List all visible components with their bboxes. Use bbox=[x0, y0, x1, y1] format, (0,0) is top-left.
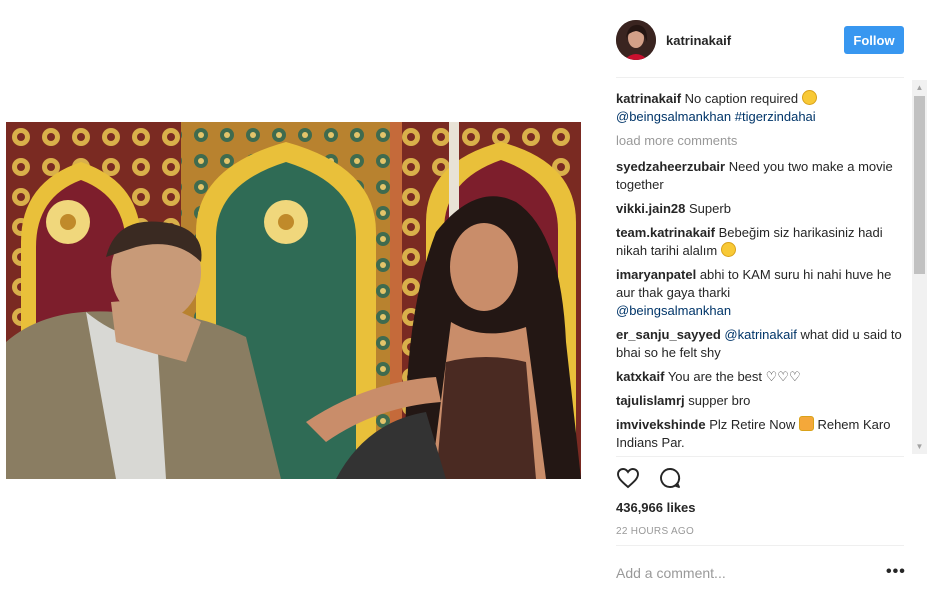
heart-icon[interactable] bbox=[616, 466, 640, 490]
follow-button[interactable]: Follow bbox=[844, 26, 904, 54]
comment-text: Superb bbox=[689, 201, 731, 216]
post-header: katrinakaif Follow bbox=[616, 18, 904, 62]
praying-emoji-icon bbox=[798, 416, 814, 431]
comment-item: imvivekshinde Plz Retire Now Rehem Karo … bbox=[616, 416, 906, 452]
post-photo-illustration bbox=[6, 122, 581, 479]
comment-mention[interactable]: @katrinakaif bbox=[724, 327, 796, 342]
kiss-emoji-icon bbox=[720, 242, 736, 257]
load-more-comments-button[interactable]: load more comments bbox=[616, 132, 906, 150]
post-timestamp[interactable]: 22 HOURS AGO bbox=[616, 526, 694, 537]
post-actions bbox=[616, 466, 682, 490]
comment-item: tajulislamrj supper bro bbox=[616, 392, 906, 410]
actions-divider bbox=[616, 456, 904, 457]
scroll-down-arrow-icon[interactable]: ▼ bbox=[912, 439, 927, 454]
post-photo[interactable] bbox=[6, 122, 581, 479]
comment-item: team.katrinakaif Bebeğim siz harikasiniz… bbox=[616, 224, 906, 260]
comment-username[interactable]: katxkaif bbox=[616, 369, 664, 384]
comment-item: imaryanpatel abhi to KAM suru hi nahi hu… bbox=[616, 266, 906, 320]
comment-username[interactable]: tajulislamrj bbox=[616, 393, 685, 408]
post-media-area bbox=[0, 0, 600, 597]
comment-text: Plz Retire Now bbox=[709, 417, 796, 432]
comment-text: supper bro bbox=[688, 393, 751, 408]
more-options-icon[interactable]: ••• bbox=[886, 564, 906, 580]
caption: katrinakaif No caption required @beingsa… bbox=[616, 90, 906, 126]
avatar[interactable] bbox=[616, 20, 656, 60]
avatar-image bbox=[616, 20, 656, 60]
header-username[interactable]: katrinakaif bbox=[666, 33, 844, 48]
comment-item: katxkaif You are the best ♡♡♡ bbox=[616, 368, 906, 386]
comments-scrollbar[interactable]: ▲ ▼ bbox=[912, 80, 927, 454]
comment-input-divider bbox=[616, 545, 904, 546]
comment-username[interactable]: imvivekshinde bbox=[616, 417, 706, 432]
comment-item: er_sanju_sayyed @katrinakaif what did u … bbox=[616, 326, 906, 362]
likes-count[interactable]: 436,966 likes bbox=[616, 500, 696, 515]
comment-username[interactable]: imaryanpatel bbox=[616, 267, 696, 282]
caption-text: No caption required bbox=[684, 91, 799, 106]
comment-username[interactable]: vikki.jain28 bbox=[616, 201, 685, 216]
comment-text: You are the best ♡♡♡ bbox=[667, 369, 801, 384]
add-comment-input[interactable]: Add a comment... bbox=[616, 565, 726, 581]
comment-username[interactable]: team.katrinakaif bbox=[616, 225, 715, 240]
scroll-up-arrow-icon[interactable]: ▲ bbox=[912, 80, 927, 95]
caption-username[interactable]: katrinakaif bbox=[616, 91, 681, 106]
comment-bubble-icon[interactable] bbox=[658, 466, 682, 490]
comment-item: syedzaheerzubair Need you two make a mov… bbox=[616, 158, 906, 194]
comment-username[interactable]: syedzaheerzubair bbox=[616, 159, 725, 174]
comment-item: vikki.jain28 Superb bbox=[616, 200, 906, 218]
comment-username[interactable]: er_sanju_sayyed bbox=[616, 327, 721, 342]
scrollbar-thumb[interactable] bbox=[914, 96, 925, 274]
comment-mention[interactable]: @beingsalmankhan bbox=[616, 303, 731, 318]
comments-list: katrinakaif No caption required @beingsa… bbox=[616, 90, 906, 455]
caption-mention[interactable]: @beingsalmankhan bbox=[616, 109, 731, 124]
caption-hashtag[interactable]: #tigerzindahai bbox=[735, 109, 816, 124]
grin-emoji-icon bbox=[801, 90, 817, 105]
header-divider bbox=[616, 77, 904, 78]
